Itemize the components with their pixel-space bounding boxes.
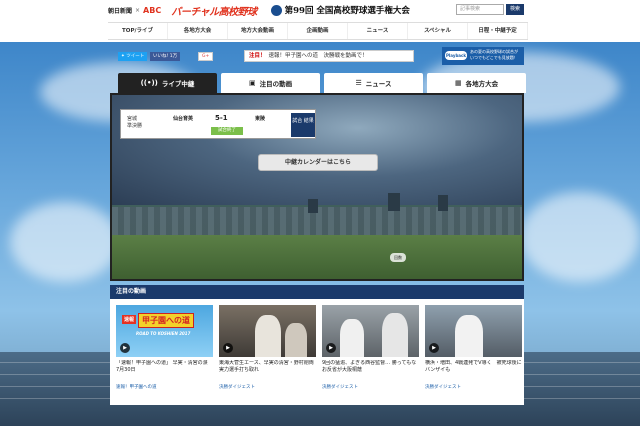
notice-bar[interactable]: 注目！ 速報！甲子園への道 決勝戦を動画で！ <box>244 50 414 62</box>
video-category[interactable]: 速報！甲子園への道 <box>116 384 213 390</box>
player-figure <box>340 319 364 357</box>
player-figure <box>382 313 408 357</box>
scoreboard-card[interactable]: 宮城 準決勝 仙台育英 5-1 東陵 試合終了 試合 結果 <box>120 109 316 139</box>
tab-featured-label: 注目の動画 <box>259 80 293 88</box>
video-card[interactable]: ▶ 東海大菅生エース、早実の清宮・野村剛両実力選手打ち取れ 決勝ダイジェスト <box>219 305 316 390</box>
banner-text: あの夏の高校野球の試合が いつでもどこでも見放題！ <box>470 49 518 60</box>
video-title[interactable]: 横浜・増田、4戦連発でV導く 被死球後にバンザイも <box>425 360 522 382</box>
light-tower <box>308 199 318 213</box>
cloud <box>10 202 120 282</box>
video-card-list: 速報 甲子園への道 ROAD TO KOSHIEN 2017 ▶ 「速報！甲子園… <box>110 299 524 390</box>
nav-item-feature-video[interactable]: 企画動画 <box>288 23 348 39</box>
search-button[interactable]: 検索 <box>506 4 524 15</box>
playback-logo: Playback <box>445 51 467 60</box>
abc-logo[interactable]: ABC <box>143 6 161 15</box>
player-figure <box>455 315 483 357</box>
video-category[interactable]: 決勝ダイジェスト <box>322 384 419 390</box>
game-status-badge: 試合終了 <box>211 127 243 135</box>
nav-item-top[interactable]: TOP/ライブ <box>108 23 168 39</box>
tournament-emblem-icon <box>270 4 282 16</box>
team2-name: 東陵 <box>255 116 266 122</box>
tab-news[interactable]: ☰ ニュース <box>324 73 423 93</box>
light-tower <box>388 193 400 211</box>
play-icon[interactable]: ▶ <box>326 343 336 353</box>
nav-item-news[interactable]: ニュース <box>348 23 408 39</box>
light-tower <box>438 195 448 211</box>
video-icon: ▣ <box>248 79 256 87</box>
tweet-label: ツイート <box>126 54 145 59</box>
tab-regional-label: 各地方大会 <box>465 80 499 88</box>
nav-item-regional[interactable]: 各地方大会 <box>168 23 228 39</box>
video-title[interactable]: 東海大菅生エース、早実の清宮・野村剛両実力選手打ち取れ <box>219 360 316 382</box>
search-input[interactable]: 記事検索 <box>456 4 504 15</box>
team1-name: 仙台育英 <box>173 116 194 122</box>
thumb-label-koshien: 甲子園への道 <box>138 313 194 328</box>
tab-featured-video[interactable]: ▣ 注目の動画 <box>221 73 320 93</box>
tournament-title: 第99回 全国高校野球選手権大会 <box>284 6 410 16</box>
main-nav: TOP/ライブ 各地方大会 地方大会動画 企画動画 ニュース スペシャル 日程・… <box>108 22 528 40</box>
facebook-like-button[interactable]: いいね! 1万 <box>150 52 181 61</box>
nav-item-special[interactable]: スペシャル <box>408 23 468 39</box>
like-label: いいね! 1万 <box>153 54 178 59</box>
tab-live[interactable]: ((•)) ライブ中継 <box>118 73 217 93</box>
play-icon[interactable]: ▶ <box>223 343 233 353</box>
player-figure <box>255 315 281 357</box>
video-card[interactable]: ▶ 横浜・増田、4戦連発でV導く 被死球後にバンザイも 決勝ダイジェスト <box>425 305 522 390</box>
replay-badge: 回数 <box>390 253 406 262</box>
thumb-label-breaking: 速報 <box>122 315 137 324</box>
tab-news-label: ニュース <box>365 80 392 88</box>
featured-videos-section: 注目の動画 速報 甲子園への道 ROAD TO KOSHIEN 2017 ▶ 「… <box>110 285 524 405</box>
player-figure <box>285 323 307 357</box>
tab-regional[interactable]: ▦ 各地方大会 <box>427 73 526 93</box>
calendar-icon: ▦ <box>454 79 462 87</box>
broadcast-icon: ((•)) <box>140 79 158 87</box>
baseball-field <box>112 235 522 279</box>
video-thumbnail[interactable]: ▶ <box>322 305 419 357</box>
scoreboard-region: 宮城 準決勝 <box>127 116 142 130</box>
news-icon: ☰ <box>355 79 362 87</box>
play-icon[interactable]: ▶ <box>120 343 130 353</box>
cloud <box>520 192 640 282</box>
tab-live-label: ライブ中継 <box>161 80 195 88</box>
video-card[interactable]: 速報 甲子園への道 ROAD TO KOSHIEN 2017 ▶ 「速報！甲子園… <box>116 305 213 390</box>
playback-banner[interactable]: Playback あの夏の高校野球の試合が いつでもどこでも見放題！ <box>442 47 524 65</box>
featured-header: 注目の動画 <box>110 285 524 299</box>
virtual-koshien-logo[interactable]: バーチャル高校野球 <box>171 3 257 18</box>
asahi-logo[interactable]: 朝日新聞 <box>108 6 132 15</box>
nav-item-schedule[interactable]: 日程・中継予定 <box>468 23 528 39</box>
video-card[interactable]: ▶ 9回の猛追、よぎる西谷監督… 勝ってもなお反省が大阪桐蔭 決勝ダイジェスト <box>322 305 419 390</box>
notice-label: 注目！ <box>249 53 266 59</box>
nav-item-regional-video[interactable]: 地方大会動画 <box>228 23 288 39</box>
notice-text: 速報！甲子園への道 決勝戦を動画で！ <box>268 53 368 59</box>
prefecture-label: 宮城 <box>127 116 138 122</box>
thumb-label-road: ROAD TO KOSHIEN 2017 <box>136 331 191 336</box>
gplus-button[interactable]: G+ <box>198 52 214 61</box>
tweet-button[interactable]: ✦ ツイート <box>118 52 148 61</box>
play-icon[interactable]: ▶ <box>429 343 439 353</box>
logo-separator: × <box>135 6 141 14</box>
live-panel: 宮城 準決勝 仙台育英 5-1 東陵 試合終了 試合 結果 中継カレンダーはこち… <box>110 93 524 281</box>
gplus-label: G+ <box>202 54 210 59</box>
video-category[interactable]: 決勝ダイジェスト <box>219 384 316 390</box>
game-result-button[interactable]: 試合 結果 <box>291 113 315 137</box>
video-title[interactable]: 9回の猛追、よぎる西谷監督… 勝ってもなお反省が大阪桐蔭 <box>322 360 419 382</box>
video-thumbnail[interactable]: ▶ <box>219 305 316 357</box>
video-title[interactable]: 「速報！甲子園への道」 早実・清宮の涙 7月30日 <box>116 360 213 382</box>
video-thumbnail[interactable]: ▶ <box>425 305 522 357</box>
content-tabs: ((•)) ライブ中継 ▣ 注目の動画 ☰ ニュース ▦ 各地方大会 <box>118 73 526 93</box>
broadcast-calendar-button[interactable]: 中継カレンダーはこちら <box>258 154 378 171</box>
round-label: 準決勝 <box>127 123 143 129</box>
page: 朝日新聞 × ABC バーチャル高校野球 第99回 全国高校野球選手権大会 記事… <box>0 0 640 426</box>
video-thumbnail[interactable]: 速報 甲子園への道 ROAD TO KOSHIEN 2017 ▶ <box>116 305 213 357</box>
video-category[interactable]: 決勝ダイジェスト <box>425 384 522 390</box>
game-score: 5-1 <box>215 114 228 122</box>
